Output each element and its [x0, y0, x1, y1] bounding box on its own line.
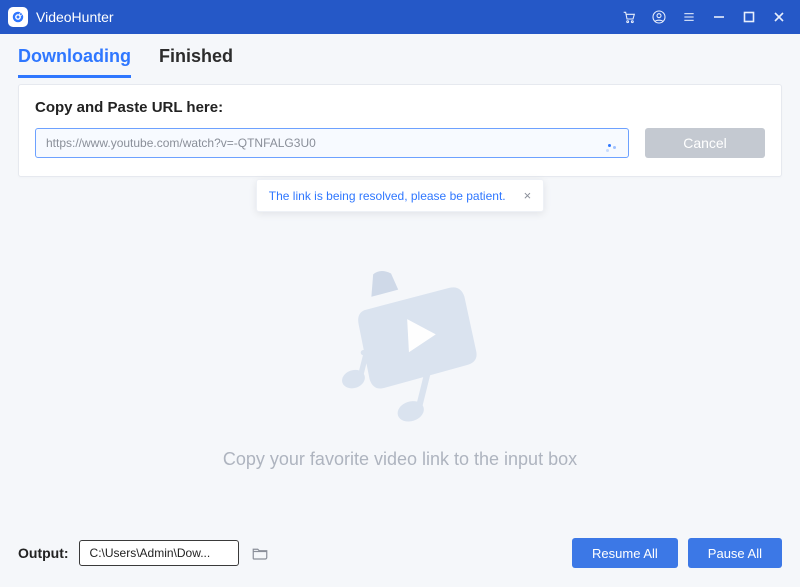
url-label: Copy and Paste URL here:: [35, 99, 765, 116]
tab-finished[interactable]: Finished: [159, 46, 233, 78]
account-icon[interactable]: [644, 2, 674, 32]
output-label: Output:: [18, 545, 69, 561]
toast-close-icon[interactable]: ×: [524, 188, 532, 203]
url-input-container[interactable]: [35, 128, 629, 158]
cancel-button[interactable]: Cancel: [645, 128, 765, 158]
minimize-icon[interactable]: [704, 2, 734, 32]
footer-bar: Output: C:\Users\Admin\Dow... Resume All…: [0, 533, 800, 587]
resume-all-button[interactable]: Resume All: [572, 538, 678, 568]
toast-message: The link is being resolved, please be pa…: [269, 189, 506, 203]
titlebar: VideoHunter: [0, 0, 800, 34]
loading-spinner-icon: [608, 144, 618, 154]
tab-bar: Downloading Finished: [0, 34, 800, 78]
empty-hint: Copy your favorite video link to the inp…: [223, 449, 577, 470]
maximize-icon[interactable]: [734, 2, 764, 32]
empty-illustration-icon: [310, 261, 490, 431]
empty-state: Copy your favorite video link to the inp…: [0, 177, 800, 533]
open-folder-icon[interactable]: [249, 542, 271, 564]
pause-all-button[interactable]: Pause All: [688, 538, 782, 568]
output-path-field[interactable]: C:\Users\Admin\Dow...: [79, 540, 239, 566]
app-logo-icon: [8, 7, 28, 27]
app-title: VideoHunter: [36, 9, 114, 25]
close-icon[interactable]: [764, 2, 794, 32]
url-panel: Copy and Paste URL here: Cancel: [18, 84, 782, 177]
tab-downloading[interactable]: Downloading: [18, 46, 131, 78]
cart-icon[interactable]: [614, 2, 644, 32]
status-toast: The link is being resolved, please be pa…: [256, 179, 544, 212]
url-input[interactable]: [46, 136, 602, 150]
menu-icon[interactable]: [674, 2, 704, 32]
